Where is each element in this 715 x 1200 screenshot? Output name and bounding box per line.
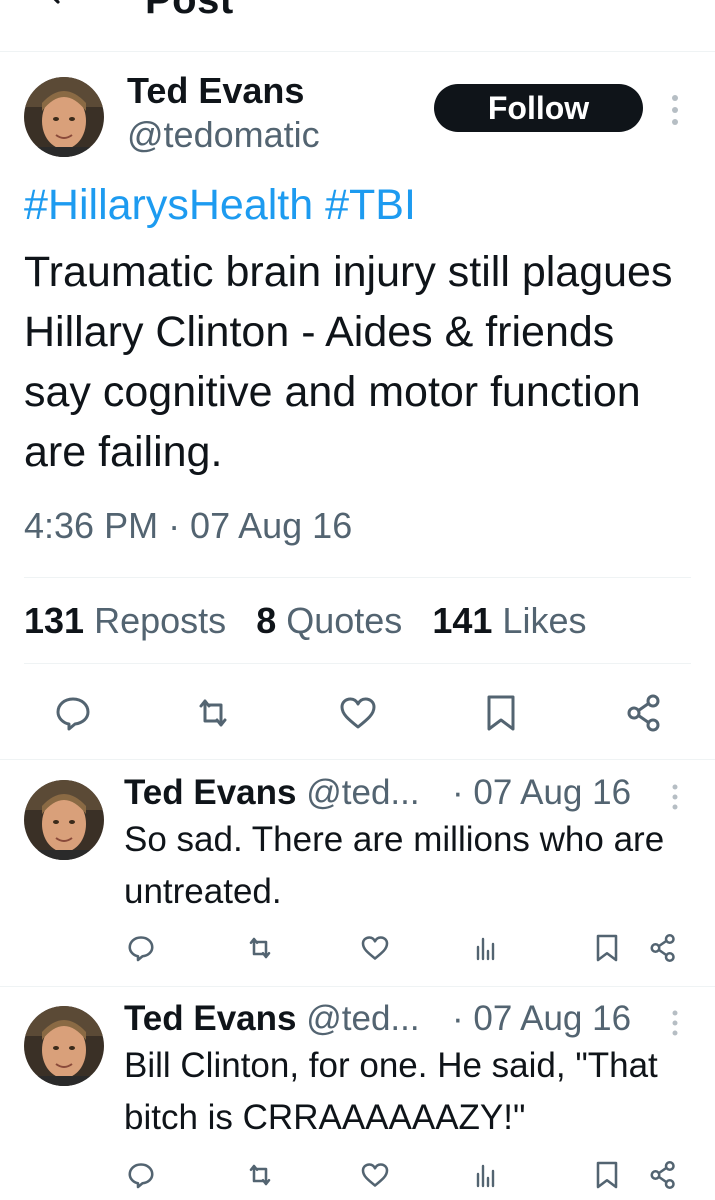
follow-button[interactable]: Follow	[434, 84, 643, 132]
hashtag-link[interactable]: #HillarysHealth	[24, 181, 313, 229]
divider	[0, 986, 715, 987]
divider	[0, 759, 715, 760]
reply-author-name[interactable]: Ted Evans	[124, 999, 296, 1038]
author-name[interactable]: Ted Evans	[127, 70, 304, 112]
divider	[24, 663, 691, 664]
post-stats: 131 Reposts 8 Quotes 141 Likes	[24, 600, 606, 642]
avatar[interactable]	[24, 780, 104, 860]
quotes-stat[interactable]: 8 Quotes	[256, 600, 402, 642]
share-icon[interactable]	[648, 1160, 678, 1190]
bookmark-icon[interactable]	[592, 1160, 622, 1190]
more-options-icon[interactable]	[667, 1008, 683, 1038]
avatar[interactable]	[24, 77, 104, 157]
reply-author-handle[interactable]: @ted...	[306, 773, 419, 812]
reply-author-name[interactable]: Ted Evans	[124, 773, 296, 812]
reply-date[interactable]: · 07 Aug 16	[452, 773, 631, 813]
hashtag-link[interactable]: #TBI	[325, 181, 416, 229]
reply-icon[interactable]	[53, 693, 93, 733]
repost-icon[interactable]	[245, 933, 275, 963]
reply-icon[interactable]	[126, 1160, 156, 1190]
back-arrow-icon[interactable]	[36, 0, 76, 10]
reply-header: Ted Evans @ted...	[124, 773, 420, 813]
reply-author-handle[interactable]: @ted...	[306, 999, 419, 1038]
top-bar: Post	[0, 0, 715, 52]
page-title: Post	[145, 0, 234, 22]
like-icon[interactable]	[338, 693, 378, 733]
share-icon[interactable]	[624, 693, 664, 733]
more-options-icon[interactable]	[667, 782, 683, 812]
reply-icon[interactable]	[126, 933, 156, 963]
reposts-stat[interactable]: 131 Reposts	[24, 600, 226, 642]
reply-header: Ted Evans @ted...	[124, 999, 420, 1039]
author-handle[interactable]: @tedomatic	[127, 114, 320, 156]
post-timestamp[interactable]: 4:36 PM · 07 Aug 16	[24, 505, 352, 547]
reply-text: Bill Clinton, for one. He said, "That bi…	[124, 1046, 658, 1137]
hashtags: #HillarysHealth #TBI	[24, 181, 416, 230]
avatar[interactable]	[24, 1006, 104, 1086]
divider	[24, 577, 691, 578]
views-icon[interactable]	[471, 1160, 501, 1190]
like-icon[interactable]	[360, 1160, 390, 1190]
repost-icon[interactable]	[245, 1160, 275, 1190]
bookmark-icon[interactable]	[592, 933, 622, 963]
reply-text: So sad. There are millions who are untre…	[124, 820, 665, 911]
reply-date[interactable]: · 07 Aug 16	[452, 999, 631, 1039]
more-options-icon[interactable]	[665, 92, 685, 128]
post-text: Traumatic brain injury still plagues Hil…	[24, 248, 673, 476]
bookmark-icon[interactable]	[481, 693, 521, 733]
likes-stat[interactable]: 141 Likes	[432, 600, 586, 642]
like-icon[interactable]	[360, 933, 390, 963]
share-icon[interactable]	[648, 933, 678, 963]
repost-icon[interactable]	[193, 693, 233, 733]
views-icon[interactable]	[471, 933, 501, 963]
